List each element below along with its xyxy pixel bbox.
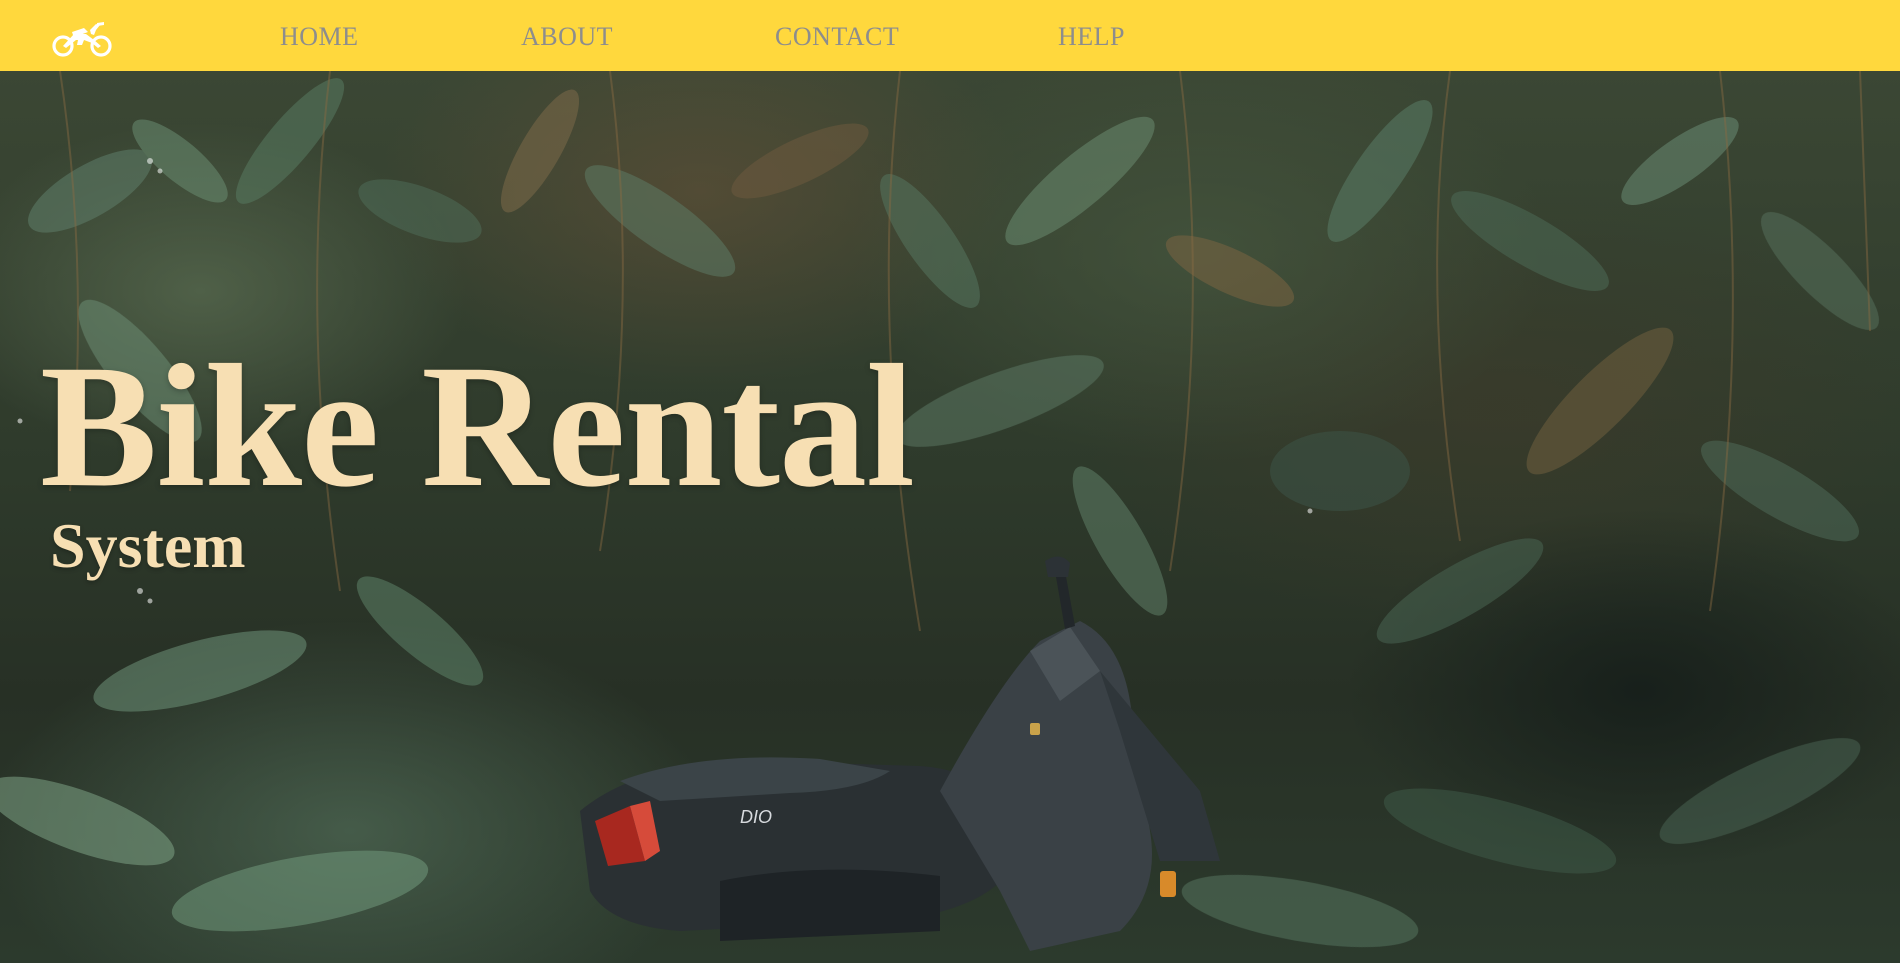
nav-contact-link[interactable]: CONTACT: [775, 22, 899, 52]
nav-home-link[interactable]: HOME: [280, 22, 359, 52]
hero-title: Bike Rental: [40, 329, 915, 524]
hero-section: DIO Bike Rental System: [0, 71, 1900, 963]
nav-about-link[interactable]: ABOUT: [521, 22, 613, 52]
top-navbar: HOME ABOUT CONTACT HELP: [0, 0, 1900, 71]
nav-help-link[interactable]: HELP: [1058, 22, 1125, 52]
scooter-image: DIO: [580, 556, 1220, 951]
svg-text:DIO: DIO: [740, 807, 772, 827]
motorbike-icon[interactable]: [50, 18, 114, 58]
hero-subtitle: System: [50, 510, 246, 581]
